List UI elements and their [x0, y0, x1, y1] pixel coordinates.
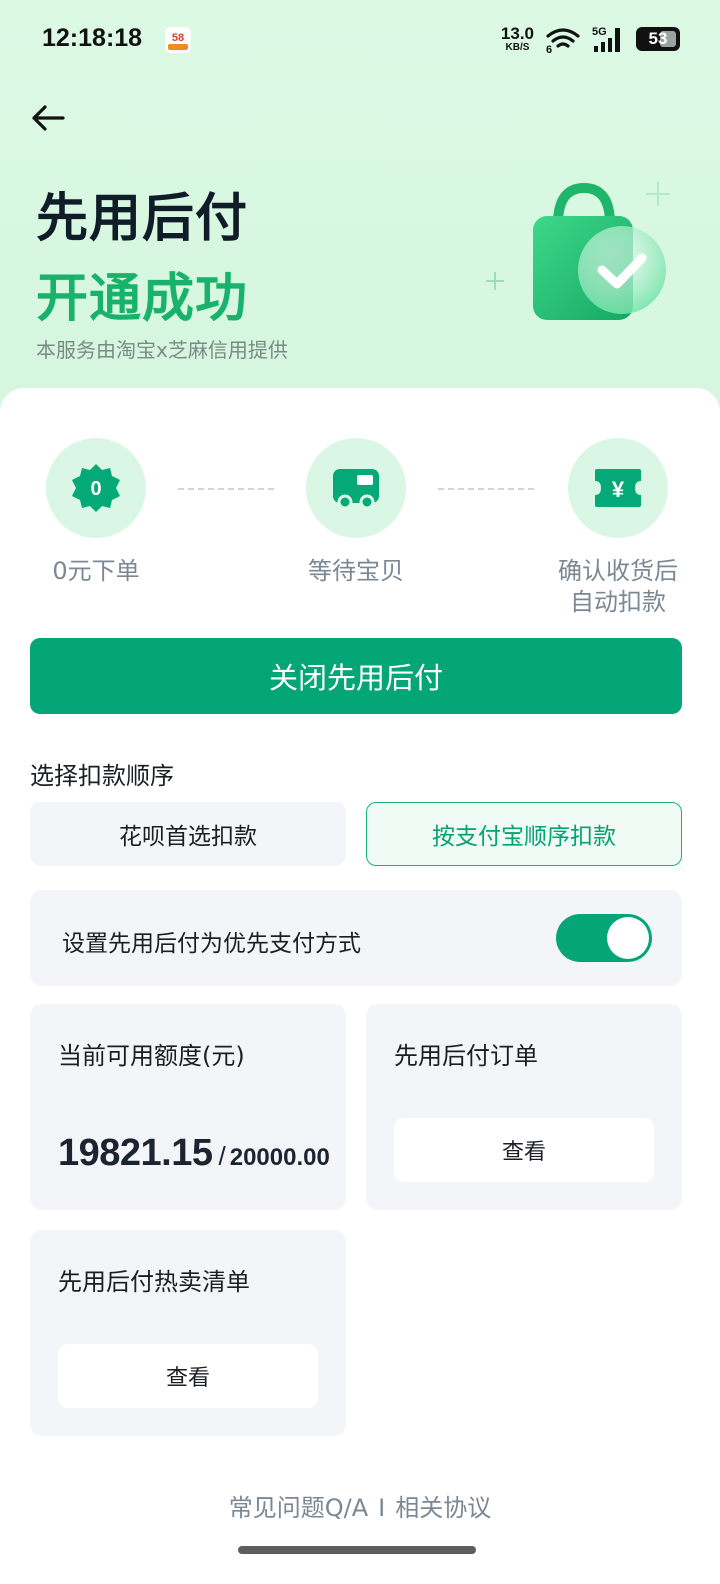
arrow-left-icon — [32, 105, 65, 131]
faq-link[interactable]: 常见问题Q/A — [229, 1494, 368, 1522]
step-order: 0 0元下单 — [6, 438, 186, 587]
truck-icon — [333, 469, 379, 510]
svg-text:5G: 5G — [592, 26, 607, 38]
credit-available: 19821.15 — [58, 1132, 213, 1174]
orders-tile: 先用后付订单 查看 — [366, 1004, 682, 1210]
service-provider-note: 本服务由淘宝x芝麻信用提供 — [36, 338, 288, 362]
step-connector — [178, 488, 274, 490]
step-label: 确认收货后 自动扣款 — [558, 557, 678, 617]
option-alipay-order[interactable]: 按支付宝顺序扣款 — [366, 802, 682, 866]
credit-tile: 当前可用额度(元) 19821.15 / 20000.00 — [30, 1004, 346, 1210]
cellular-signal-icon: 5G — [592, 26, 620, 52]
svg-text:6: 6 — [546, 44, 552, 54]
credit-title: 当前可用额度(元) — [58, 1042, 245, 1070]
svg-text:58: 58 — [172, 32, 184, 44]
battery-indicator: 53 — [636, 27, 680, 51]
step-label: 等待宝贝 — [308, 557, 404, 585]
hero-header: 12:18:18 58 13.0 KB/S 6 5G 53 先用后付 开通成功 … — [0, 0, 720, 420]
success-title: 开通成功 — [36, 269, 249, 329]
home-indicator[interactable] — [238, 1546, 476, 1554]
process-steps: 0 0元下单 等待宝贝 ¥ 确认收货后 自动扣款 — [0, 438, 720, 618]
priority-payment-row: 设置先用后付为优先支付方式 — [30, 890, 682, 986]
app-notification-icon: 58 — [165, 27, 191, 53]
network-speed: 13.0 KB/S — [500, 24, 534, 53]
agreement-link[interactable]: 相关协议 — [395, 1494, 491, 1522]
hot-list-tile: 先用后付热卖清单 查看 — [30, 1230, 346, 1436]
svg-text:¥: ¥ — [612, 477, 625, 502]
credit-amount: 19821.15 / 20000.00 — [58, 1132, 330, 1174]
priority-payment-label: 设置先用后付为优先支付方式 — [62, 931, 361, 957]
status-time: 12:18:18 — [42, 24, 143, 52]
wifi-icon: 6 — [546, 28, 580, 54]
main-card: 0 0元下单 等待宝贝 ¥ 确认收货后 自动扣款 关闭先用后付 选择扣款顺序 花… — [0, 388, 720, 1584]
step-waiting: 等待宝贝 — [266, 438, 446, 587]
svg-text:0: 0 — [90, 478, 101, 500]
footer-divider: I — [378, 1494, 386, 1522]
back-button[interactable] — [28, 98, 68, 138]
hot-list-title: 先用后付热卖清单 — [58, 1268, 250, 1296]
step-connector — [438, 488, 534, 490]
orders-title: 先用后付订单 — [394, 1042, 538, 1070]
credit-total: 20000.00 — [229, 1144, 330, 1171]
status-bar: 12:18:18 58 13.0 KB/S 6 5G 53 — [0, 0, 720, 80]
shopping-bag-check-icon — [486, 182, 670, 320]
view-hot-list-button[interactable]: 查看 — [58, 1344, 318, 1408]
step-auto-pay: ¥ 确认收货后 自动扣款 — [528, 438, 708, 618]
ticket-yen-icon: ¥ — [595, 469, 641, 507]
footer-links: 常见问题Q/A I 相关协议 — [0, 1488, 720, 1523]
page-title: 先用后付 — [36, 189, 249, 249]
badge-zero-icon: 0 — [72, 464, 120, 512]
step-label: 0元下单 — [52, 557, 140, 585]
option-huabei-first[interactable]: 花呗首选扣款 — [30, 802, 346, 866]
priority-payment-toggle[interactable] — [556, 914, 652, 962]
status-indicators: 13.0 KB/S 6 5G 53 — [501, 22, 680, 56]
view-orders-button[interactable]: 查看 — [394, 1118, 654, 1182]
deduction-order-title: 选择扣款顺序 — [30, 762, 174, 790]
close-service-button[interactable]: 关闭先用后付 — [30, 638, 682, 714]
